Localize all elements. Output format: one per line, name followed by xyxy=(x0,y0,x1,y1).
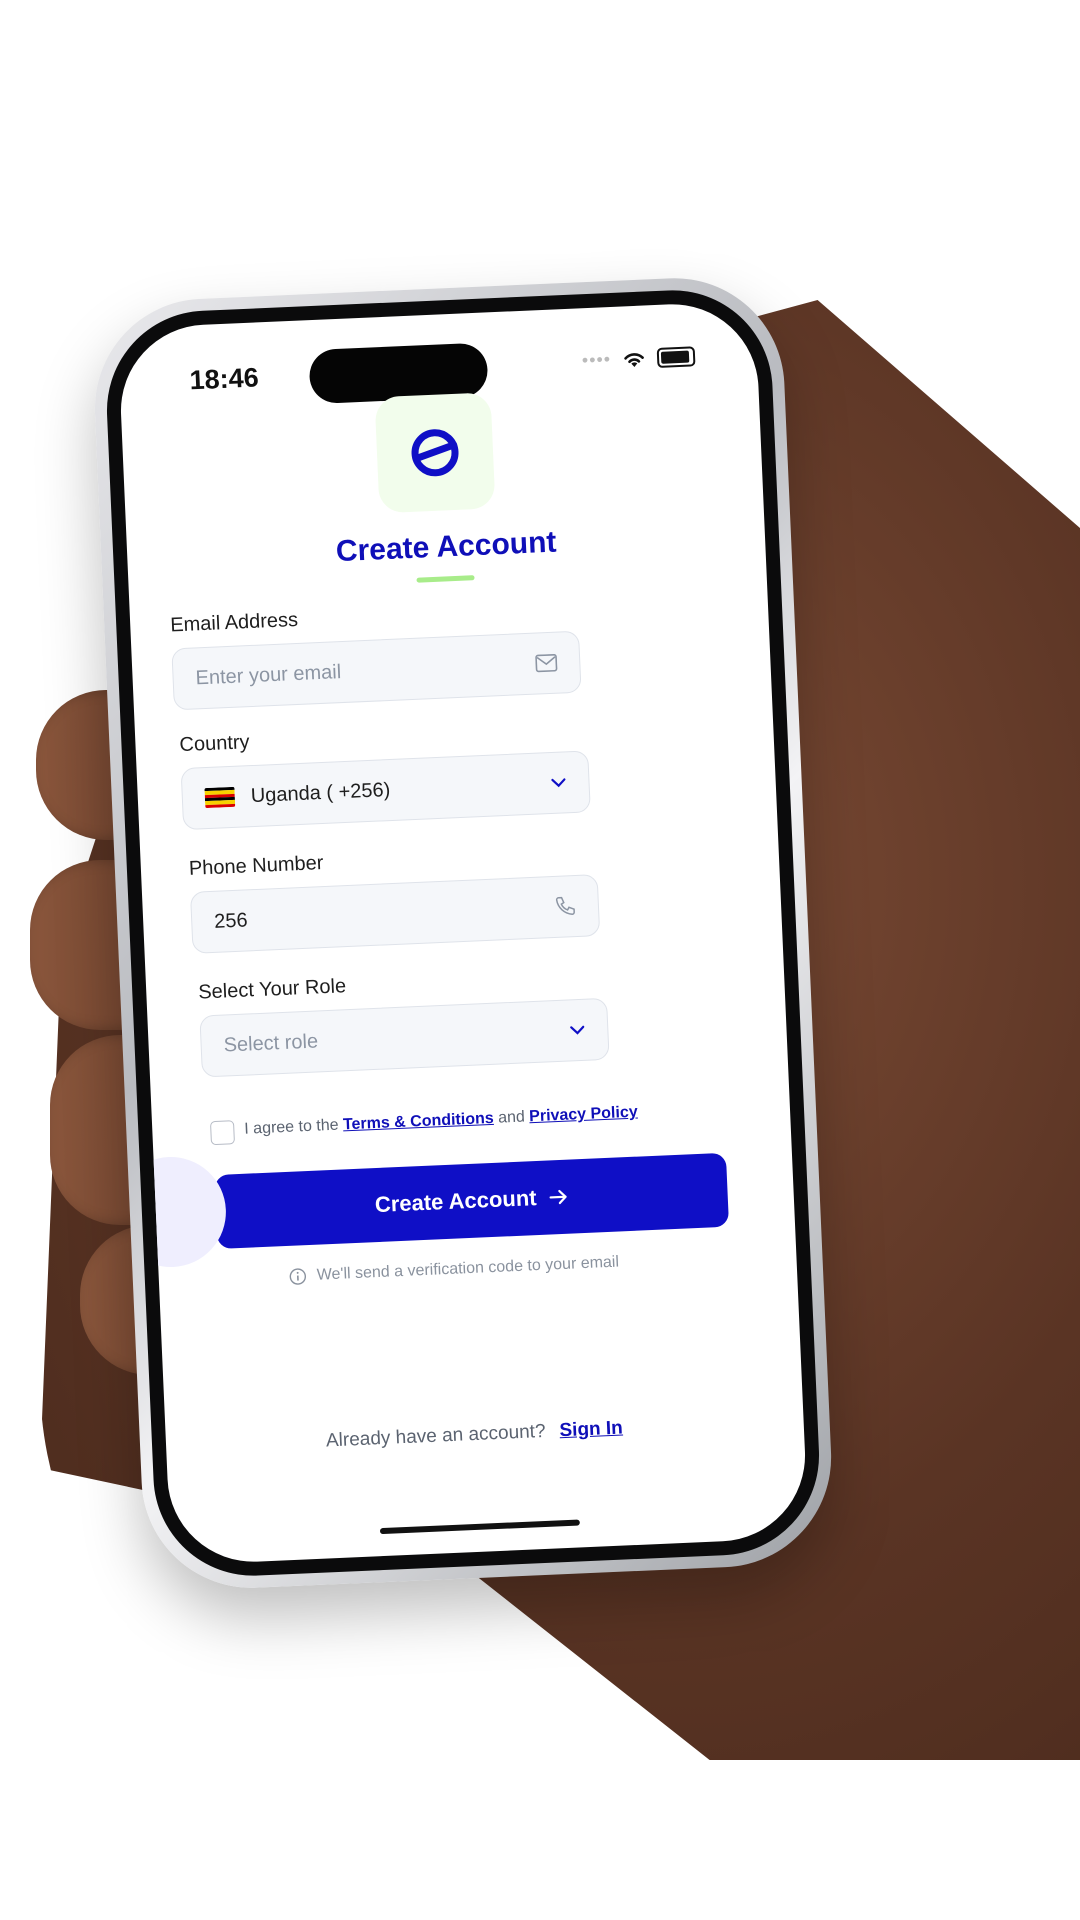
country-value: Uganda ( +256) xyxy=(250,778,391,807)
agree-checkbox[interactable] xyxy=(209,1120,235,1146)
sign-in-link[interactable]: Sign In xyxy=(559,1418,623,1442)
status-time: 18:46 xyxy=(188,362,260,396)
chevron-down-icon xyxy=(550,777,566,788)
home-indicator[interactable] xyxy=(379,1519,580,1535)
role-select[interactable]: Select role xyxy=(199,997,610,1078)
app-logo xyxy=(374,392,496,514)
chevron-down-icon xyxy=(569,1025,585,1036)
logo-icon xyxy=(411,429,459,477)
privacy-link[interactable]: Privacy Policy xyxy=(529,1104,638,1126)
verification-info-text: We'll send a verification code to your e… xyxy=(316,1253,620,1284)
email-field[interactable]: Enter your email xyxy=(171,630,582,711)
status-icons: •••• xyxy=(581,345,696,371)
phone-device: 18:46 •••• Create Account Email Address … xyxy=(90,273,836,1593)
terms-link[interactable]: Terms & Conditions xyxy=(343,1110,494,1134)
email-label: Email Address xyxy=(169,608,299,637)
create-account-button[interactable]: Create Account xyxy=(214,1152,730,1250)
phone-value: 256 xyxy=(213,908,249,933)
title-underline xyxy=(416,575,475,583)
signin-prompt: Already have an account? Sign In xyxy=(326,1418,624,1453)
email-placeholder: Enter your email xyxy=(195,660,342,689)
signal-icon: •••• xyxy=(581,349,612,371)
info-icon xyxy=(289,1268,307,1285)
uganda-flag-icon xyxy=(204,786,236,809)
country-label: Country xyxy=(179,731,250,757)
phone-field[interactable]: 256 xyxy=(189,874,601,954)
phone-screen: 18:46 •••• Create Account Email Address … xyxy=(117,300,809,1566)
role-label: Select Your Role xyxy=(197,975,347,1004)
battery-icon xyxy=(656,345,696,368)
phone-label: Phone Number xyxy=(188,852,324,880)
signin-prompt-text: Already have an account? xyxy=(325,1420,546,1452)
role-placeholder: Select role xyxy=(223,1029,319,1057)
agree-text: I agree to the Terms & Conditions and Pr… xyxy=(244,1104,638,1139)
country-select[interactable]: Uganda ( +256) xyxy=(180,750,591,831)
agree-middle: and xyxy=(493,1108,530,1127)
wifi-icon xyxy=(624,352,644,367)
phone-icon xyxy=(553,895,576,918)
verification-info: We'll send a verification code to your e… xyxy=(288,1254,619,1286)
agree-prefix: I agree to the xyxy=(243,1116,344,1138)
arrow-right-icon xyxy=(549,1189,567,1205)
page-title: Create Account xyxy=(335,525,558,569)
mail-icon xyxy=(535,653,558,673)
create-account-label: Create Account xyxy=(374,1185,538,1218)
